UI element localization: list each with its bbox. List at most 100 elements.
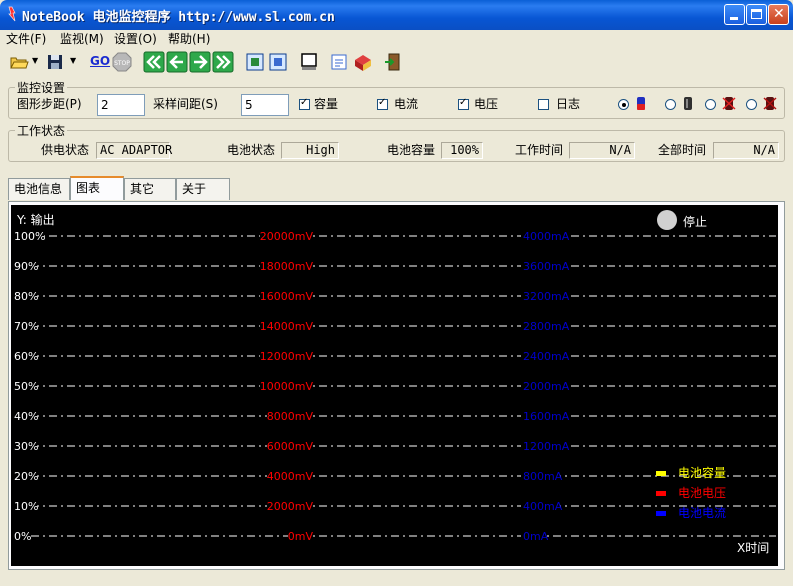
legend-voltage-swatch: [656, 491, 666, 496]
first-icon: [143, 51, 165, 73]
note-button[interactable]: [328, 51, 350, 73]
title-bar[interactable]: NoteBook 电池监控程序 http://www.sl.com.cn ✕: [0, 0, 793, 30]
battery-red-icon: [722, 97, 736, 110]
go-button[interactable]: GO: [88, 51, 110, 73]
tab-battery-info[interactable]: 电池信息: [8, 178, 70, 200]
percent-tick-label: 80%: [14, 290, 38, 303]
save-button[interactable]: [44, 51, 66, 73]
totaltime-label: 全部时间: [658, 143, 707, 157]
percent-tick-label: 0%: [14, 530, 31, 543]
voltage-checkbox[interactable]: [458, 97, 469, 110]
prev-button[interactable]: [166, 51, 188, 73]
current-tick-label: 400mA: [523, 500, 563, 513]
legend-capacity-swatch: [656, 471, 666, 476]
open-dropdown-icon[interactable]: ▼: [32, 56, 38, 65]
zoom-button[interactable]: [267, 51, 289, 73]
menu-help[interactable]: 帮助(H): [168, 30, 210, 48]
first-button[interactable]: [143, 51, 165, 73]
percent-tick-label: 100%: [14, 230, 45, 243]
chart-legend: 电池容量 电池电压 电池电流: [656, 464, 766, 524]
current-tick-label: 2800mA: [523, 320, 570, 333]
fit-button[interactable]: [244, 51, 266, 73]
close-button[interactable]: ✕: [768, 4, 789, 25]
open-icon: [10, 57, 29, 69]
window-title: NoteBook 电池监控程序 http://www.sl.com.cn: [22, 10, 335, 25]
minimize-button[interactable]: [724, 4, 745, 25]
totaltime-value: N/A: [713, 142, 779, 159]
voltage-tick-label: 6000mV: [267, 440, 314, 453]
power-value: AC ADAPTOR: [96, 142, 172, 159]
battery-radio-1[interactable]: [618, 99, 629, 110]
voltage-tick-label: 2000mV: [267, 500, 314, 513]
toolbar: ▼ ▼ GO STOP: [0, 48, 793, 78]
voltage-tick-label: 18000mV: [260, 260, 314, 273]
current-tick-label: 800mA: [523, 470, 563, 483]
package-icon: [355, 55, 371, 71]
voltage-tick-label: 14000mV: [260, 320, 314, 333]
current-tick-label: 2000mA: [523, 380, 570, 393]
current-tick-label: 4000mA: [523, 230, 570, 243]
current-tick-label: 3200mA: [523, 290, 570, 303]
current-tick-label: 1200mA: [523, 440, 570, 453]
stop-button[interactable]: STOP: [111, 51, 133, 73]
package-button[interactable]: [352, 51, 374, 73]
battery-state-label: 电池状态: [227, 143, 276, 157]
tab-other[interactable]: 其它: [124, 178, 176, 200]
voltage-tick-label: 12000mV: [260, 350, 314, 363]
voltage-tick-label: 10000mV: [260, 380, 314, 393]
percent-tick-label: 60%: [14, 350, 38, 363]
percent-tick-label: 10%: [14, 500, 38, 513]
go-icon: GO: [90, 54, 111, 68]
voltage-check-label: 电压: [474, 97, 499, 111]
maximize-button[interactable]: [746, 4, 767, 25]
window-icon: [301, 53, 317, 70]
battery-radio-4[interactable]: [746, 99, 757, 110]
svg-text:STOP: STOP: [114, 60, 130, 67]
log-checkbox[interactable]: [538, 99, 549, 110]
percent-tick-label: 30%: [14, 440, 38, 453]
menu-monitor[interactable]: 监视(M): [60, 30, 104, 48]
percent-tick-label: 70%: [14, 320, 38, 333]
app-icon: [8, 6, 16, 22]
percent-tick-label: 20%: [14, 470, 38, 483]
voltage-tick-label: 4000mV: [267, 470, 314, 483]
step-input[interactable]: 2: [97, 94, 145, 116]
next-icon: [189, 51, 211, 73]
tab-chart[interactable]: 图表: [70, 176, 124, 200]
last-button[interactable]: [212, 51, 234, 73]
tab-about[interactable]: 关于: [176, 178, 230, 200]
y-axis-label: Y: 输出: [17, 213, 55, 227]
zoom-icon: [269, 53, 287, 71]
battery-radio-2[interactable]: [665, 99, 676, 110]
legend-voltage-label: 电池电压: [678, 486, 727, 500]
capacity-checkbox[interactable]: [299, 97, 310, 110]
worktime-label: 工作时间: [515, 143, 564, 157]
battery-state-value: High: [281, 142, 339, 159]
current-checkbox[interactable]: [377, 97, 388, 110]
percent-tick-label: 90%: [14, 260, 38, 273]
interval-input[interactable]: 5: [241, 94, 289, 116]
capacity-value: 100%: [441, 142, 483, 159]
save-dropdown-icon[interactable]: ▼: [70, 56, 76, 65]
legend-capacity-label: 电池容量: [678, 466, 727, 480]
battery-radio-3[interactable]: [705, 99, 716, 110]
stop-icon: STOP: [112, 52, 132, 72]
interval-label: 采样间距(S): [153, 97, 218, 111]
current-check-label: 电流: [394, 97, 419, 111]
save-icon: [48, 55, 62, 69]
menu-settings[interactable]: 设置(O): [114, 30, 157, 48]
menu-bar: 文件(F) 监视(M) 设置(O) 帮助(H): [0, 30, 793, 48]
open-button[interactable]: [8, 51, 30, 73]
current-tick-label: 2400mA: [523, 350, 570, 363]
prev-icon: [166, 51, 188, 73]
stop-label: 停止: [683, 215, 708, 229]
close-icon: ✕: [773, 6, 785, 22]
next-button[interactable]: [189, 51, 211, 73]
window-button[interactable]: [298, 51, 320, 73]
exit-button[interactable]: [382, 51, 404, 73]
fit-icon: [246, 53, 264, 71]
current-tick-label: 0mA: [523, 530, 549, 543]
menu-file[interactable]: 文件(F): [6, 30, 46, 48]
work-status-title: 工作状态: [15, 122, 68, 139]
battery-blue-icon: [637, 97, 645, 110]
